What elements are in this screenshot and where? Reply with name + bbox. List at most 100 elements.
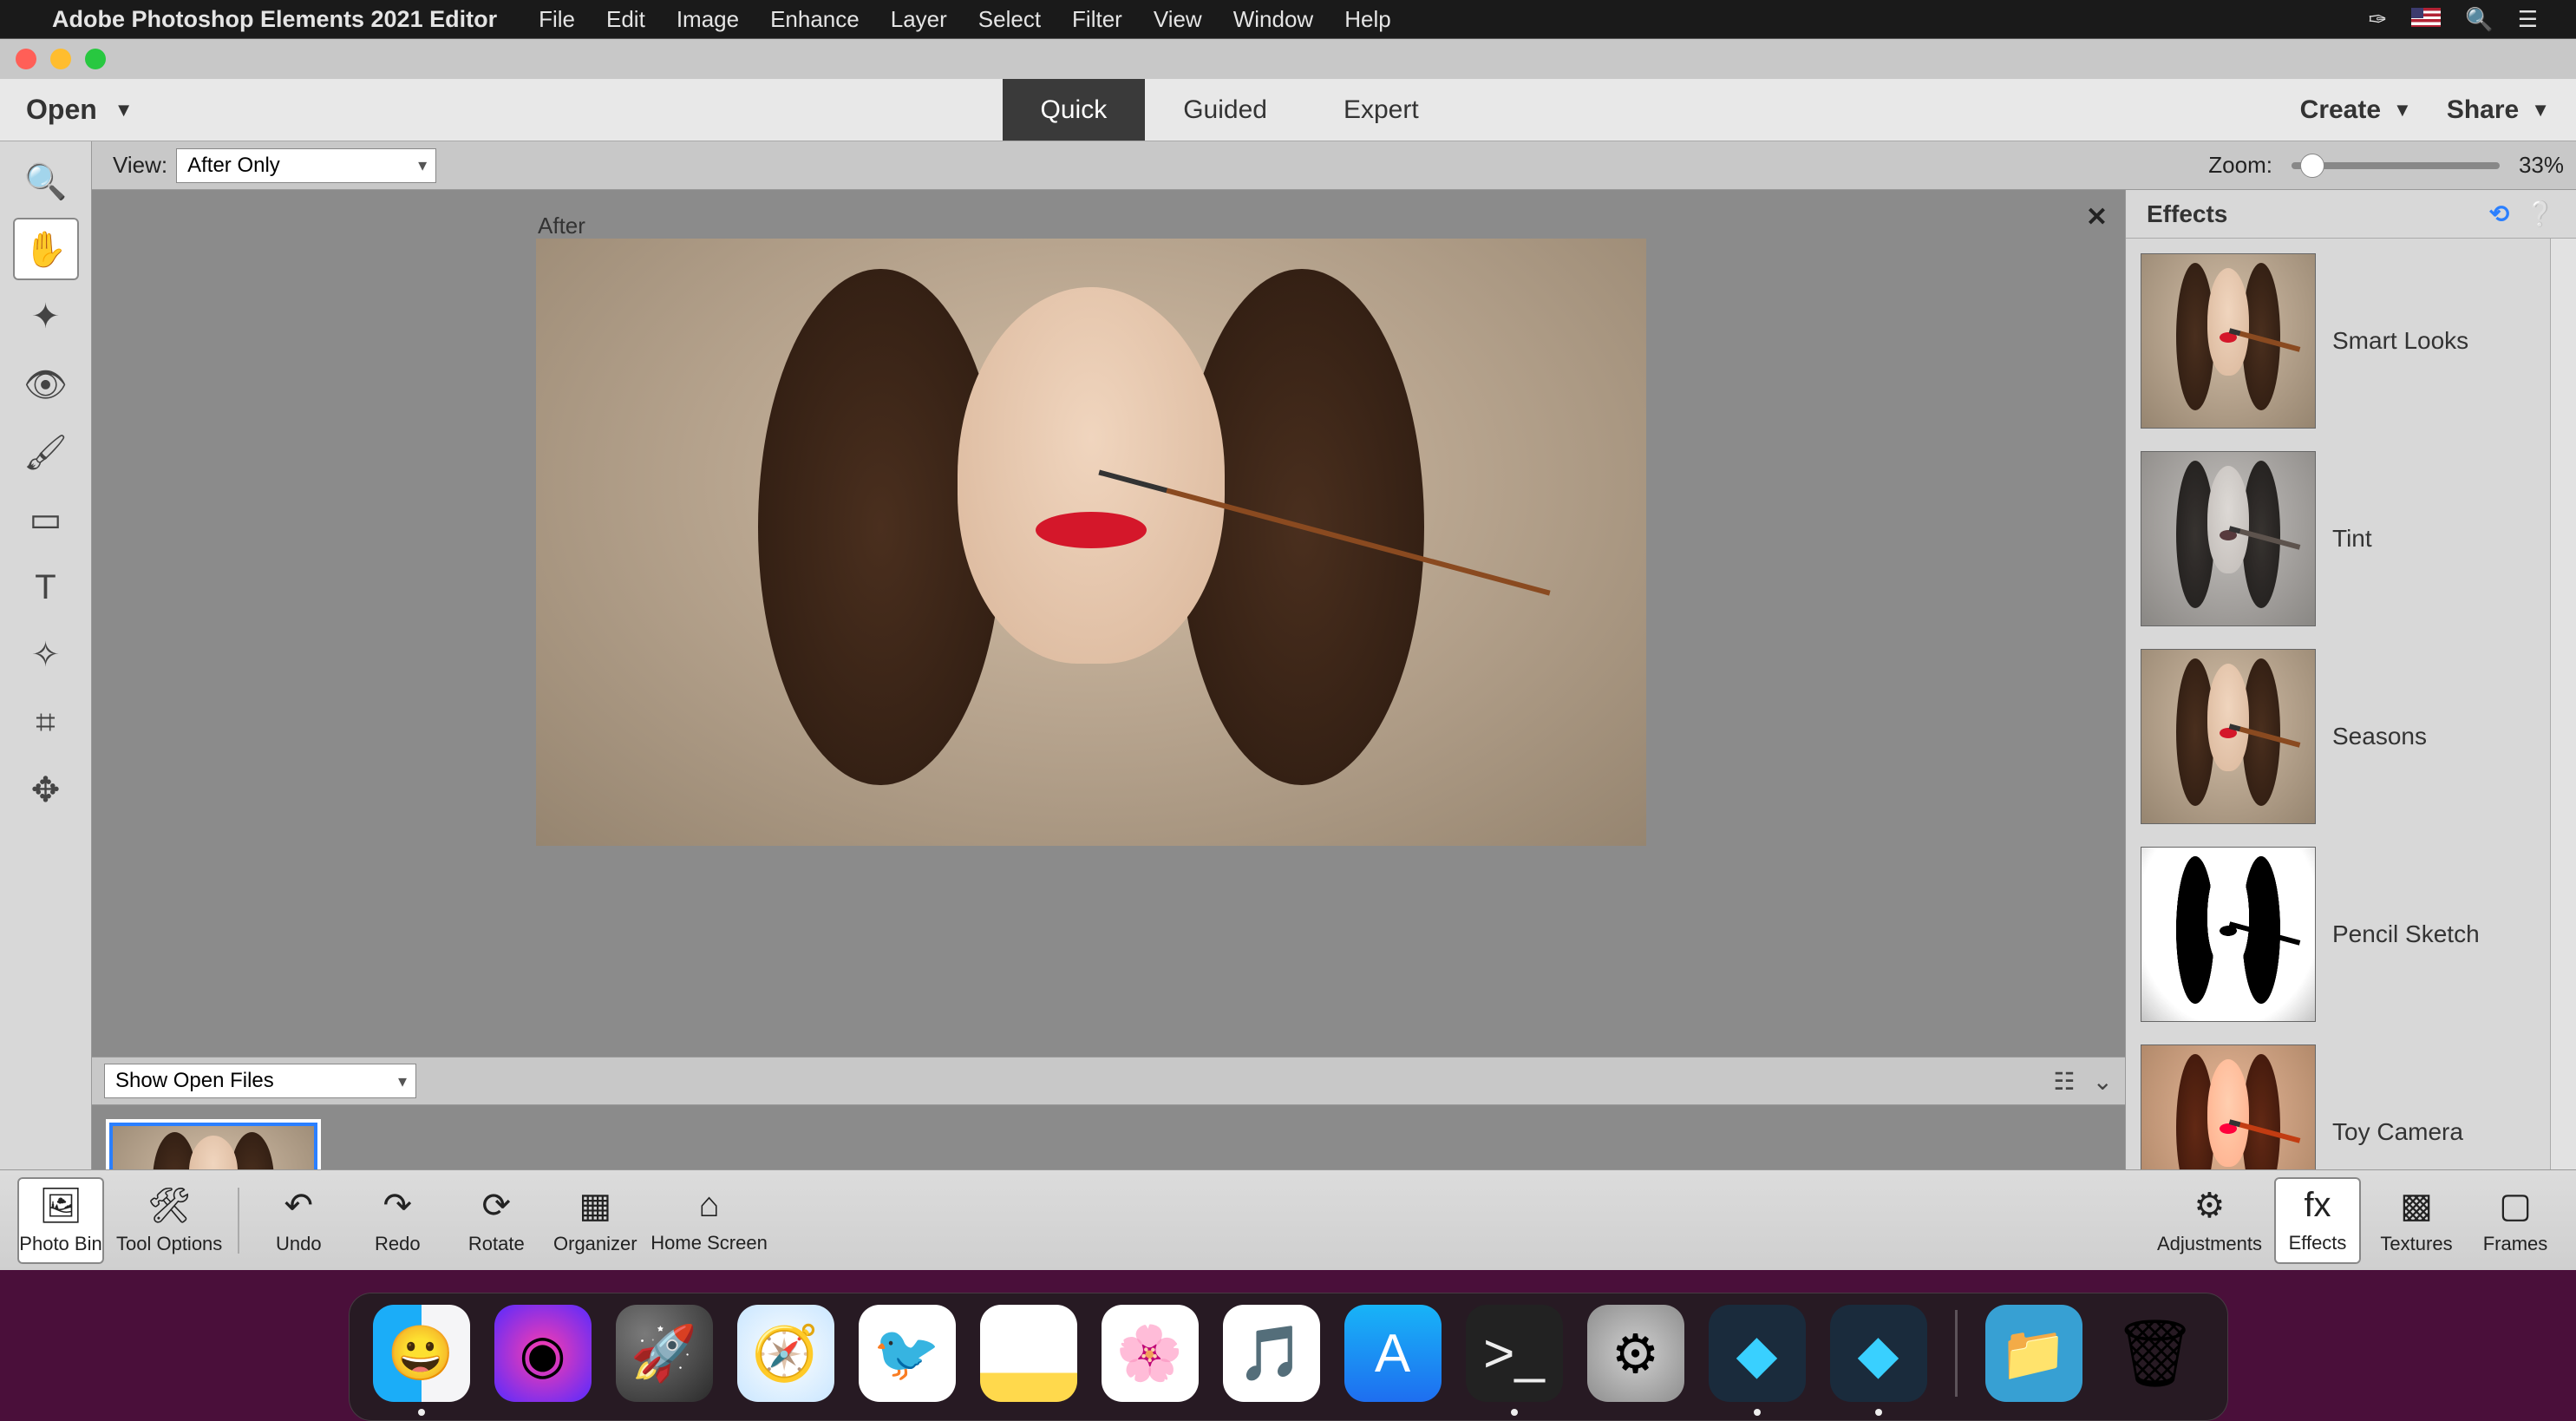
scrollbar[interactable]	[2550, 239, 2576, 1270]
effect-name: Tint	[2332, 525, 2372, 553]
dock-settings-icon[interactable]: ⚙	[1587, 1305, 1684, 1402]
zoom-tool[interactable]: 🔍	[13, 150, 79, 213]
zoom-slider[interactable]	[2292, 162, 2500, 169]
effect-thumbnail[interactable]	[2141, 848, 2315, 1021]
dock-appstore-icon[interactable]: A	[1344, 1305, 1442, 1402]
dock-siri-icon[interactable]: ◉	[494, 1305, 592, 1402]
whiten-tool[interactable]: 🖌	[13, 421, 79, 483]
dock-finder-icon[interactable]: 😀	[373, 1305, 470, 1402]
photobin-chevron-icon[interactable]: ⌄	[2093, 1067, 2113, 1096]
eye-tool[interactable]: 👁	[13, 353, 79, 416]
close-document-icon[interactable]: ✕	[2086, 202, 2108, 232]
macos-menubar: Adobe Photoshop Elements 2021 Editor Fil…	[0, 0, 2576, 38]
menu-edit[interactable]: Edit	[606, 6, 645, 33]
menu-view[interactable]: View	[1154, 6, 1202, 33]
tab-quick[interactable]: Quick	[1003, 79, 1146, 141]
bottombar-textures-button[interactable]: ▩Textures	[2373, 1177, 2460, 1264]
menu-image[interactable]: Image	[677, 6, 739, 33]
dock-downloads-icon[interactable]: 📁	[1985, 1305, 2082, 1402]
dock-safari-icon[interactable]: 🧭	[737, 1305, 834, 1402]
effects-list[interactable]: Smart Looks Tint Seasons Pencil Sketch Toy C…	[2126, 239, 2550, 1270]
bottombar-label: Tool Options	[116, 1233, 222, 1255]
effect-item[interactable]: Tint	[2141, 452, 2534, 625]
undo-icon: ↶	[284, 1186, 314, 1226]
menu-select[interactable]: Select	[978, 6, 1041, 33]
photobin-dropdown[interactable]: Show Open Files	[104, 1064, 416, 1098]
effects-panel: Effects ⟲ ❔ Smart Looks Tint Seasons Pencil…	[2125, 190, 2576, 1270]
help-icon[interactable]: ❔	[2525, 200, 2555, 228]
tray-misc-icon[interactable]: ✑	[2369, 6, 2388, 33]
type-tool[interactable]: T	[13, 556, 79, 619]
bottombar-redo-button[interactable]: ↷Redo	[354, 1177, 441, 1264]
tab-guided[interactable]: Guided	[1145, 79, 1305, 141]
bottombar-label: Textures	[2380, 1233, 2452, 1255]
bottombar-undo-button[interactable]: ↶Undo	[255, 1177, 342, 1264]
bottombar-label: Organizer	[553, 1233, 637, 1255]
window-close-button[interactable]	[16, 49, 36, 69]
tab-expert[interactable]: Expert	[1305, 79, 1457, 141]
bottombar-photo-bin-button[interactable]: 🖼Photo Bin	[17, 1177, 104, 1264]
bottombar-frames-button[interactable]: ▢Frames	[2472, 1177, 2559, 1264]
view-dropdown[interactable]: After Only	[176, 148, 436, 183]
effect-name: Toy Camera	[2332, 1118, 2463, 1146]
menu-filter[interactable]: Filter	[1072, 6, 1122, 33]
bottombar-label: Home Screen	[651, 1232, 768, 1254]
effect-item[interactable]: Pencil Sketch	[2141, 848, 2534, 1021]
bottombar-label: Rotate	[468, 1233, 525, 1255]
document-canvas[interactable]	[536, 239, 1646, 846]
bottombar-label: Effects	[2289, 1232, 2347, 1254]
menu-layer[interactable]: Layer	[891, 6, 947, 33]
dock-music-icon[interactable]: 🎵	[1223, 1305, 1320, 1402]
menu-file[interactable]: File	[539, 6, 575, 33]
app-toolbar: Open ▼ Quick Guided Expert Create ▼ Shar…	[0, 79, 2576, 141]
tray-input-flag-icon[interactable]	[2411, 6, 2441, 33]
zoom-slider-thumb[interactable]	[2300, 154, 2324, 178]
window-zoom-button[interactable]	[85, 49, 106, 69]
share-button[interactable]: Share ▼	[2447, 95, 2550, 125]
move-tool[interactable]: ✥	[13, 759, 79, 822]
open-button[interactable]: Open ▼	[0, 79, 160, 141]
effect-item[interactable]: Smart Looks	[2141, 254, 2534, 428]
dock-pse-organizer-icon[interactable]: ◆	[1709, 1305, 1806, 1402]
dock-photos-icon[interactable]: 🌸	[1102, 1305, 1199, 1402]
menu-help[interactable]: Help	[1344, 6, 1390, 33]
photobin-list-icon[interactable]: ☷	[2053, 1067, 2075, 1096]
bottombar-effects-button[interactable]: fxEffects	[2274, 1177, 2361, 1264]
bottombar-rotate-button[interactable]: ⟳Rotate	[453, 1177, 539, 1264]
create-button[interactable]: Create ▼	[2300, 95, 2412, 125]
straighten-tool[interactable]: ▭	[13, 488, 79, 551]
app-name[interactable]: Adobe Photoshop Elements 2021 Editor	[52, 6, 497, 33]
dock-notes-icon[interactable]	[980, 1305, 1077, 1402]
bottombar-tool-options-button[interactable]: 🛠Tool Options	[116, 1177, 222, 1264]
macos-dock: 😀 ◉ 🚀 🧭 🐦 🌸 🎵 A >_ ⚙ ◆ ◆ 📁 🗑	[0, 1279, 2576, 1421]
window-titlebar[interactable]	[0, 39, 2576, 79]
canvas-area[interactable]: ✕ After	[92, 190, 2125, 1057]
crop-tool[interactable]: ⌗	[13, 691, 79, 754]
effect-thumbnail[interactable]	[2141, 650, 2315, 823]
effect-thumbnail[interactable]	[2141, 452, 2315, 625]
window-minimize-button[interactable]	[50, 49, 71, 69]
quick-select-tool[interactable]: ✦	[13, 285, 79, 348]
chevron-down-icon: ▼	[2531, 99, 2550, 121]
menu-window[interactable]: Window	[1233, 6, 1313, 33]
dock-trash-icon[interactable]: 🗑	[2107, 1305, 2204, 1402]
dock-pse-editor-icon[interactable]: ◆	[1830, 1305, 1927, 1402]
chevron-down-icon: ▼	[2393, 99, 2412, 121]
spot-heal-tool[interactable]: ✧	[13, 624, 79, 686]
effect-thumbnail[interactable]	[2141, 254, 2315, 428]
dock-separator	[1955, 1310, 1958, 1397]
bottombar-organizer-button[interactable]: ▦Organizer	[552, 1177, 638, 1264]
dock-launchpad-icon[interactable]: 🚀	[616, 1305, 713, 1402]
tray-spotlight-icon[interactable]: 🔍	[2465, 6, 2493, 33]
effect-item[interactable]: Seasons	[2141, 650, 2534, 823]
bottombar-label: Adjustments	[2157, 1233, 2262, 1255]
tray-control-center-icon[interactable]: ☰	[2518, 6, 2538, 33]
reset-icon[interactable]: ⟲	[2489, 200, 2509, 228]
adjustments-icon: ⚙	[2194, 1186, 2226, 1226]
bottombar-home-screen-button[interactable]: ⌂Home Screen	[651, 1177, 768, 1264]
dock-terminal-icon[interactable]: >_	[1466, 1305, 1563, 1402]
bottombar-adjustments-button[interactable]: ⚙ Adjustments	[2157, 1177, 2262, 1264]
hand-tool[interactable]: ✋	[13, 218, 79, 280]
dock-mail-icon[interactable]: 🐦	[859, 1305, 956, 1402]
menu-enhance[interactable]: Enhance	[770, 6, 860, 33]
